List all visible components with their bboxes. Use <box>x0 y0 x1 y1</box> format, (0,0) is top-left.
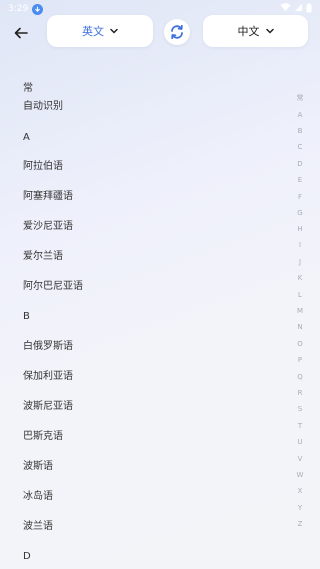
index-letter[interactable]: 常 <box>293 93 307 103</box>
status-right <box>280 2 312 16</box>
index-letter[interactable]: I <box>293 241 307 249</box>
swap-languages-button[interactable] <box>164 19 190 45</box>
index-letter[interactable]: N <box>293 323 307 331</box>
chevron-down-icon <box>110 28 118 34</box>
index-letter[interactable]: L <box>293 291 307 299</box>
back-arrow-icon <box>14 27 28 39</box>
index-letter[interactable]: Q <box>293 373 307 381</box>
language-item[interactable]: 阿塞拜疆语 <box>23 187 263 202</box>
swap-icon <box>171 24 183 40</box>
index-letter[interactable]: M <box>293 307 307 315</box>
index-letter[interactable]: U <box>293 438 307 446</box>
signal-icon <box>294 3 303 15</box>
language-item[interactable]: 冰岛语 <box>23 487 263 502</box>
language-item-auto-detect[interactable]: 自动识别 <box>23 97 263 112</box>
wifi-icon <box>280 3 291 15</box>
target-language-dropdown[interactable]: 中文 <box>203 15 308 47</box>
index-letter[interactable]: G <box>293 209 307 217</box>
index-letter[interactable]: Z <box>293 520 307 528</box>
language-item[interactable]: 爱沙尼亚语 <box>23 217 263 232</box>
source-language-label: 英文 <box>82 25 104 38</box>
section-header: 常 <box>23 83 33 94</box>
status-left: 3:29 <box>8 3 44 15</box>
language-item[interactable]: 白俄罗斯语 <box>23 337 263 352</box>
language-item[interactable]: 阿尔巴尼亚语 <box>23 277 263 292</box>
language-item[interactable]: 阿拉伯语 <box>23 157 263 172</box>
language-item[interactable]: 巴斯克语 <box>23 427 263 442</box>
section-header: D <box>23 551 31 562</box>
language-item[interactable]: 波兰语 <box>23 517 263 532</box>
status-time: 3:29 <box>8 4 29 14</box>
index-letter[interactable]: E <box>293 176 307 184</box>
index-letter[interactable]: C <box>293 143 307 151</box>
index-letter[interactable]: A <box>293 111 307 119</box>
index-letter[interactable]: F <box>293 193 307 201</box>
index-letter[interactable]: H <box>293 225 307 233</box>
download-icon <box>32 3 44 15</box>
target-language-label: 中文 <box>237 25 260 38</box>
index-letter[interactable]: D <box>293 160 307 168</box>
section-header: A <box>23 132 30 143</box>
language-item[interactable]: 爱尔兰语 <box>23 247 263 262</box>
language-item[interactable]: 保加利亚语 <box>23 367 263 382</box>
index-letter[interactable]: O <box>293 340 307 348</box>
language-selector-bar: 英文 中文 <box>0 15 320 49</box>
back-button[interactable] <box>10 23 32 43</box>
index-letter[interactable]: R <box>293 389 307 397</box>
index-letter[interactable]: S <box>293 405 307 413</box>
section-header: B <box>23 311 30 322</box>
source-language-dropdown[interactable]: 英文 <box>47 15 153 47</box>
chevron-down-icon <box>265 28 274 34</box>
index-letter[interactable]: K <box>293 274 307 282</box>
index-letter[interactable]: B <box>293 127 307 135</box>
index-letter[interactable]: T <box>293 422 307 430</box>
language-item[interactable]: 波斯语 <box>23 457 263 472</box>
index-letter[interactable]: W <box>293 471 307 479</box>
index-letter[interactable]: P <box>293 356 307 364</box>
index-letter[interactable]: X <box>293 487 307 495</box>
index-letter[interactable]: J <box>293 258 307 266</box>
battery-icon <box>306 2 312 16</box>
language-item[interactable]: 波斯尼亚语 <box>23 397 263 412</box>
index-letter[interactable]: V <box>293 455 307 463</box>
index-letter[interactable]: Y <box>293 504 307 512</box>
